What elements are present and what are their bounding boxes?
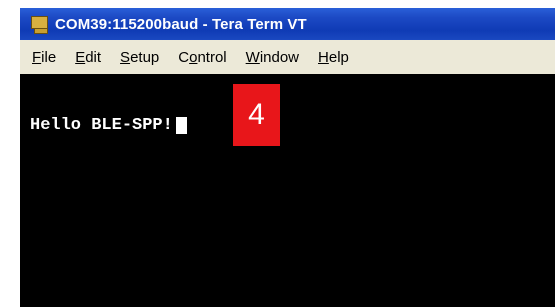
step-number-badge: 4 (233, 84, 280, 146)
menu-bar: File Edit Setup Control Window Help (20, 40, 555, 74)
menu-control[interactable]: Control (178, 49, 226, 66)
terminal-output-text: Hello BLE-SPP! (30, 116, 173, 135)
menu-edit[interactable]: Edit (75, 49, 101, 66)
step-number-label: 4 (248, 98, 265, 131)
tera-term-app-icon[interactable] (31, 16, 49, 34)
menu-window[interactable]: Window (246, 49, 299, 66)
title-bar[interactable]: COM39:115200baud - Tera Term VT (20, 8, 555, 40)
terminal-line: Hello BLE-SPP! (30, 116, 187, 135)
terminal-cursor (175, 117, 187, 134)
window-title: COM39:115200baud - Tera Term VT (55, 15, 307, 33)
menu-help[interactable]: Help (318, 49, 349, 66)
menu-setup[interactable]: Setup (120, 49, 159, 66)
terminal-area[interactable]: Hello BLE-SPP! (20, 74, 555, 307)
tera-term-window: COM39:115200baud - Tera Term VT File Edi… (20, 8, 555, 307)
menu-file[interactable]: File (32, 49, 56, 66)
